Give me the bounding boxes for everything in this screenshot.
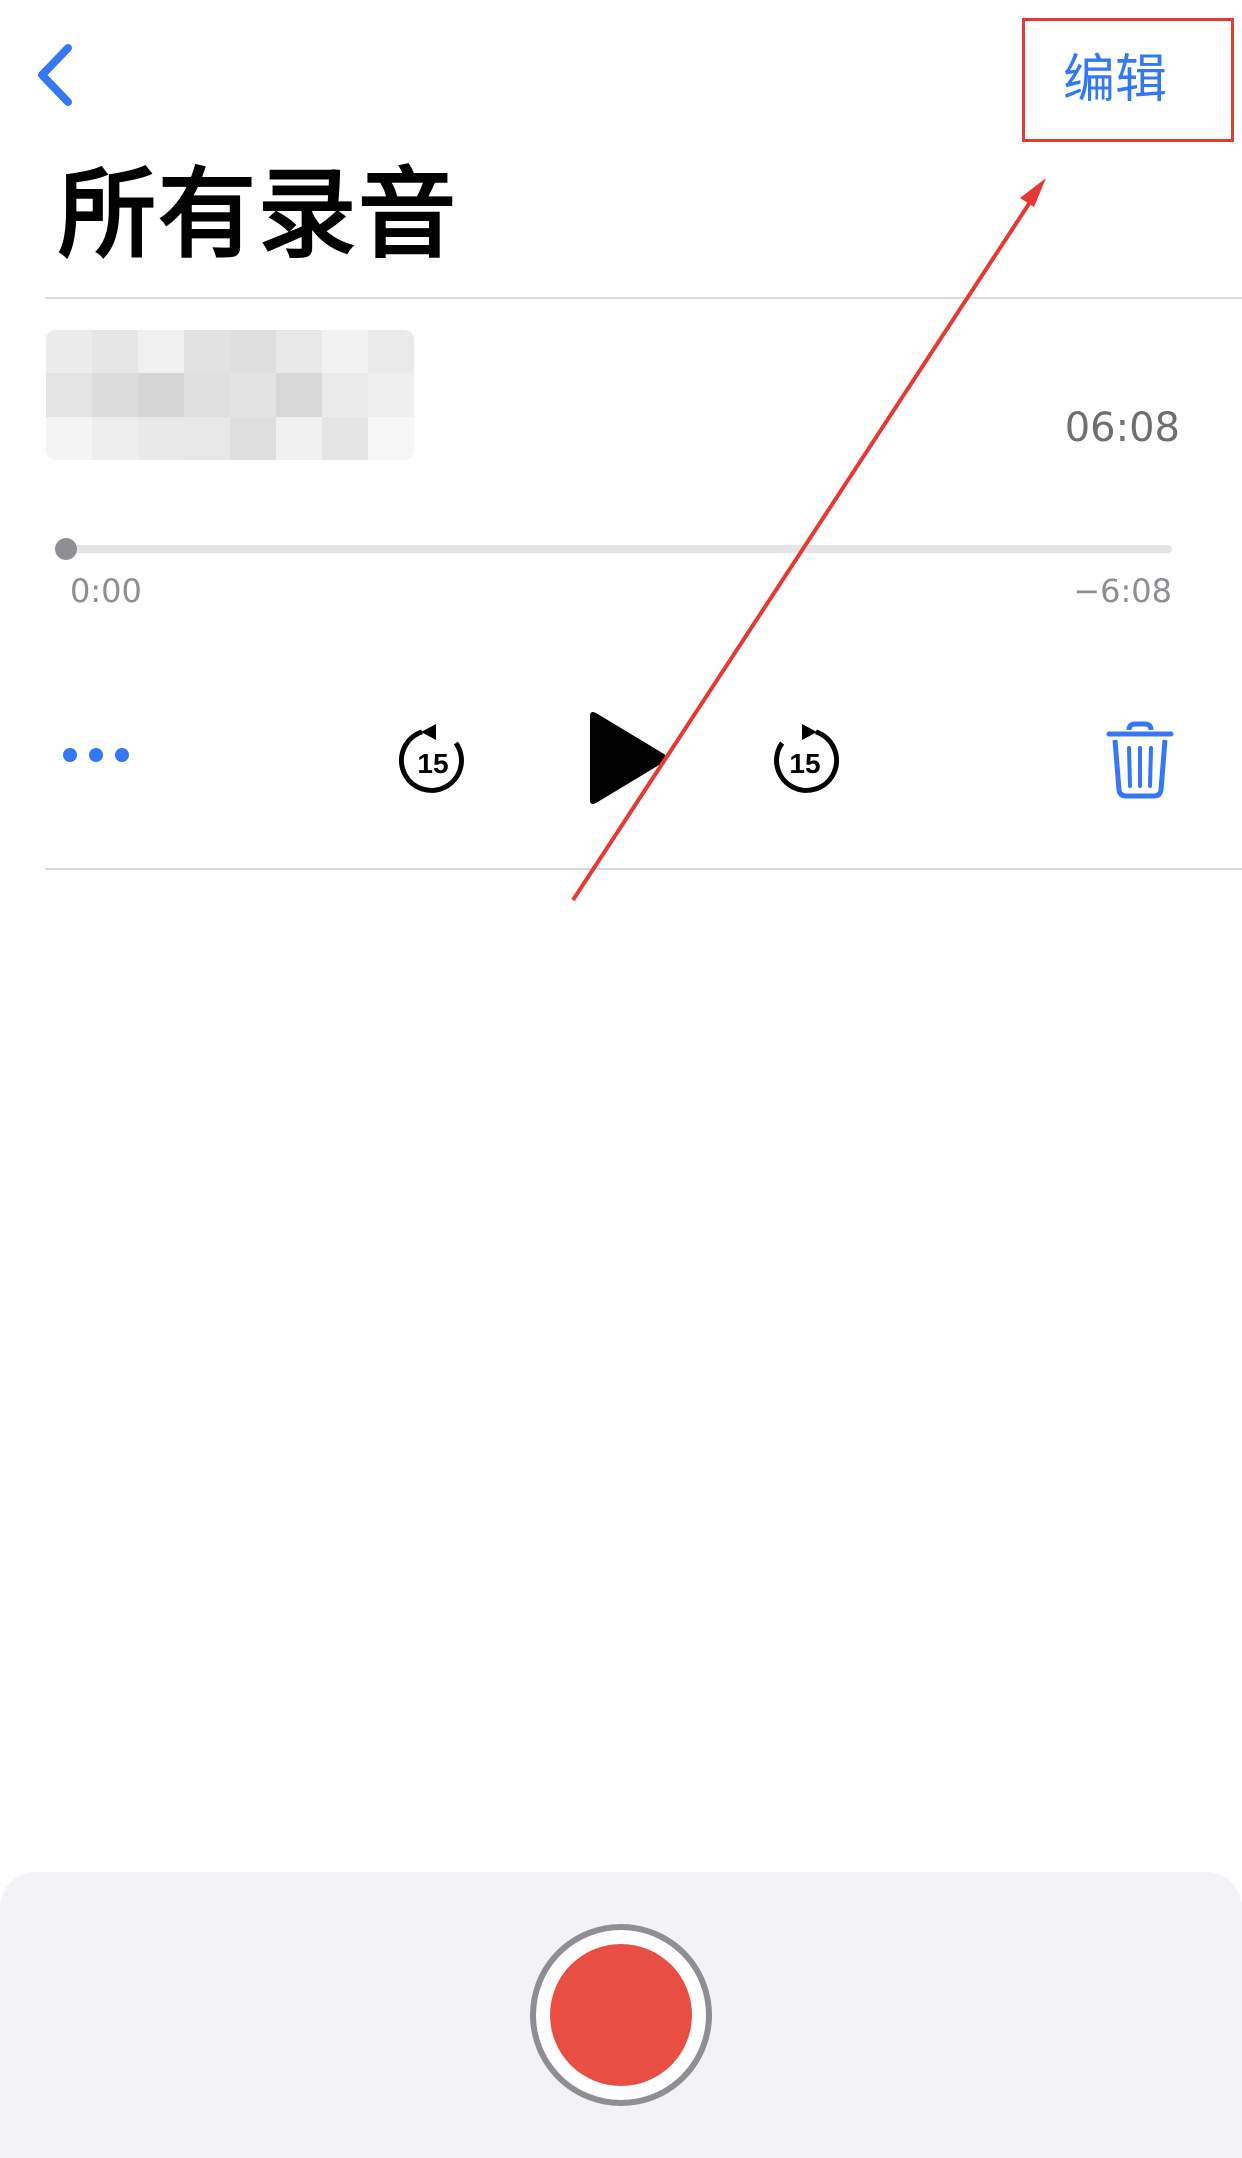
recording-duration: 06:08 [1064,405,1180,451]
skip-back-button[interactable]: 15 [393,720,473,800]
skip-forward-seconds-label: 15 [789,748,820,779]
redaction-pixel [184,416,230,460]
redaction-pixel [46,416,92,460]
skip-forward-button[interactable]: 15 [765,720,845,800]
redaction-pixel [46,373,92,417]
play-button[interactable] [580,708,670,808]
redaction-pixel [230,330,276,374]
skip-back-15-icon: 15 [398,724,464,793]
redaction-pixel [230,416,276,460]
redaction-pixel [46,330,92,374]
redaction-pixel [138,373,184,417]
redaction-pixel [368,373,414,417]
redaction-pixel [184,330,230,374]
delete-button[interactable] [1105,720,1175,800]
redaction-pixel [92,416,138,460]
chevron-left-icon [38,44,72,106]
record-button[interactable] [530,1924,712,2106]
skip-forward-15-icon: 15 [774,724,840,793]
redaction-pixel [322,416,368,460]
page-title: 所有录音 [58,158,459,272]
ellipsis-icon [63,748,129,762]
annotation-arrow [571,178,1046,902]
redaction-pixel [322,373,368,417]
more-options-button[interactable] [60,725,140,785]
redaction-pixel [368,416,414,460]
elapsed-time: 0:00 [70,572,142,610]
redaction-pixel [322,330,368,374]
redaction-pixel [92,373,138,417]
redaction-pixel [368,330,414,374]
recording-name-redacted [46,330,414,460]
progress-scrubber[interactable] [55,538,77,560]
redaction-pixel [276,416,322,460]
record-icon [550,1944,692,2086]
back-button[interactable] [20,30,90,120]
redaction-pixel [138,330,184,374]
remaining-time: −6:08 [1073,572,1172,610]
play-icon [590,712,667,804]
annotation-highlight-box [1022,18,1234,142]
redaction-pixel [92,330,138,374]
skip-back-seconds-label: 15 [417,748,448,779]
redaction-pixel [276,373,322,417]
progress-track[interactable] [66,545,1172,553]
redaction-pixel [184,373,230,417]
divider [45,297,1242,299]
trash-icon [1106,721,1174,799]
redaction-pixel [276,330,322,374]
redaction-pixel [230,373,276,417]
redaction-pixel [138,416,184,460]
divider [45,868,1242,870]
